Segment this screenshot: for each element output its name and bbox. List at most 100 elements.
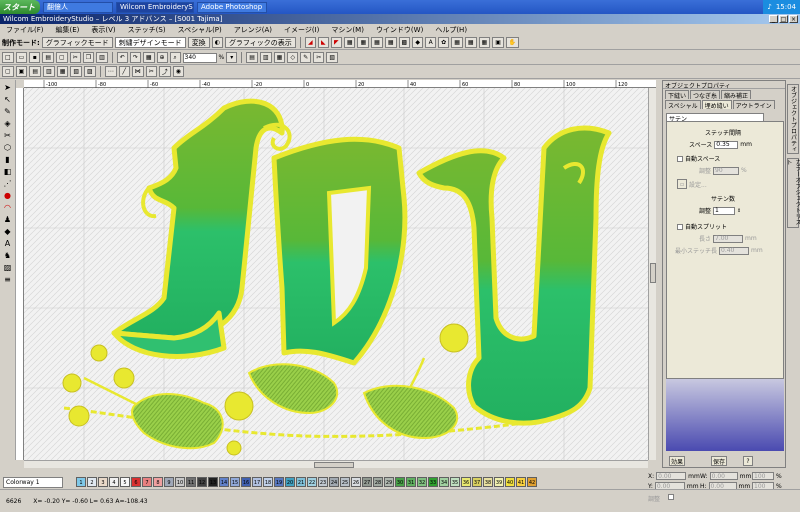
lettering-icon[interactable]: A [425, 37, 437, 48]
satin-tool-icon[interactable]: ◢ [304, 37, 316, 48]
color-swatch-2[interactable]: 2 [87, 477, 97, 487]
width-percent-input[interactable]: 100 [752, 472, 774, 480]
color-swatch-42[interactable]: 42 [527, 477, 537, 487]
color-swatch-7[interactable]: 7 [142, 477, 152, 487]
grid4-icon[interactable]: ▦ [384, 37, 397, 48]
color-swatch-30[interactable]: 30 [395, 477, 405, 487]
color-swatch-23[interactable]: 23 [318, 477, 328, 487]
taskbar-item-1[interactable]: 翻億人 [43, 1, 113, 13]
color-swatch-3[interactable]: 3 [98, 477, 108, 487]
start-button[interactable]: スタート [0, 0, 40, 14]
color-swatch-21[interactable]: 21 [296, 477, 306, 487]
color-swatch-8[interactable]: 8 [153, 477, 163, 487]
tab-special[interactable]: スペシャル [665, 100, 701, 110]
select-all-icon[interactable]: ▦ [142, 52, 155, 63]
arc-icon[interactable]: ◠ [1, 202, 14, 212]
diamond-icon[interactable]: ◆ [1, 226, 14, 236]
color-swatch-36[interactable]: 36 [461, 477, 471, 487]
auto-space-checkbox[interactable] [677, 155, 683, 162]
tab-outline[interactable]: アウトライン [732, 100, 775, 110]
auto-split-checkbox[interactable] [677, 223, 683, 230]
color-swatch-32[interactable]: 32 [417, 477, 427, 487]
side-tab-properties[interactable]: オブジェクトプロパティ [787, 84, 799, 154]
grid2-icon[interactable]: ▦ [357, 37, 370, 48]
convert-button[interactable]: 変換 [187, 37, 210, 48]
figure-icon[interactable]: ♞ [1, 250, 14, 260]
paste-icon[interactable]: ▥ [96, 52, 108, 63]
horizontal-scrollbar[interactable] [24, 460, 648, 468]
side-tab-color-list[interactable]: カラーオブジェクトリスト [785, 158, 800, 228]
hatch-icon[interactable]: ▨ [1, 262, 14, 272]
graphic-mode-button[interactable]: グラフィックモード [41, 37, 113, 48]
color-swatch-27[interactable]: 27 [362, 477, 372, 487]
apply-button[interactable]: 効果 [669, 456, 685, 466]
grid-icon[interactable]: ▦ [343, 37, 356, 48]
view4-icon[interactable]: ▥ [43, 66, 55, 77]
reshape-node-icon[interactable]: ◈ [1, 118, 14, 128]
color-swatch-12[interactable]: 12 [197, 477, 207, 487]
view5-icon[interactable]: ▦ [56, 66, 69, 77]
needle-icon[interactable]: ╱ [118, 66, 130, 77]
picture-icon[interactable]: ▣ [492, 37, 504, 48]
knife-tool-icon[interactable]: ✂ [1, 130, 14, 140]
color-swatch-13[interactable]: 13 [208, 477, 218, 487]
color-swatch-24[interactable]: 24 [329, 477, 339, 487]
design-canvas[interactable] [24, 88, 648, 460]
dropdown-icon[interactable]: ▾ [226, 52, 238, 63]
help-button[interactable]: ? [743, 456, 753, 466]
color-swatch-35[interactable]: 35 [450, 477, 460, 487]
save-button[interactable]: 保存 [711, 456, 727, 466]
colorway-select[interactable]: Colorway 1 [3, 476, 63, 488]
stripes-icon[interactable]: ≡ [1, 274, 14, 284]
color-swatch-10[interactable]: 10 [175, 477, 185, 487]
menu-arrange[interactable]: アレンジ(A) [234, 25, 272, 35]
stamp-icon[interactable]: ◆ [412, 37, 424, 48]
layers-icon[interactable]: ▧ [326, 52, 338, 63]
color-swatch-9[interactable]: 9 [164, 477, 174, 487]
color-swatch-38[interactable]: 38 [483, 477, 493, 487]
show-icon[interactable]: ◉ [172, 66, 184, 77]
node-icon[interactable]: ◇ [287, 52, 299, 63]
menu-file[interactable]: ファイル(F) [6, 25, 44, 35]
minimize-icon[interactable]: _ [769, 15, 778, 23]
color-swatch-29[interactable]: 29 [384, 477, 394, 487]
open-icon[interactable]: ▭ [15, 52, 28, 63]
column-icon[interactable]: ▮ [1, 154, 14, 164]
taskbar-item-photoshop[interactable]: Adobe Photoshop [197, 1, 267, 13]
view1-icon[interactable]: ▢ [2, 66, 14, 77]
tab-connector[interactable]: つなぎ糸 [690, 90, 721, 100]
grid7-icon[interactable]: ▦ [478, 37, 491, 48]
fill-pattern-icon[interactable]: ▩ [398, 37, 411, 48]
copy-icon[interactable]: ❐ [82, 52, 95, 63]
grid6-icon[interactable]: ▦ [464, 37, 477, 48]
close-icon[interactable]: × [789, 15, 798, 23]
tab-pull-comp[interactable]: 縮み補正 [721, 90, 752, 100]
menu-special[interactable]: スペシャル(P) [178, 25, 222, 35]
adjust-input[interactable]: 90 [713, 166, 740, 175]
save-icon[interactable]: ▪ [29, 52, 41, 63]
menu-help[interactable]: ヘルプ(H) [435, 25, 467, 35]
color-swatch-11[interactable]: 11 [186, 477, 196, 487]
align-left-icon[interactable]: ▤ [246, 52, 258, 63]
zoom-in-icon[interactable]: ⊕ [156, 52, 168, 63]
print-icon[interactable]: ▤ [42, 52, 55, 63]
horizontal-scroll-thumb[interactable] [314, 462, 354, 468]
reshape-icon[interactable]: ✎ [300, 52, 312, 63]
view6-icon[interactable]: ▧ [70, 66, 83, 77]
tie-icon[interactable]: ⋈ [131, 66, 144, 77]
color-swatch-31[interactable]: 31 [406, 477, 416, 487]
vertical-scrollbar[interactable] [648, 88, 656, 460]
embroidery-design[interactable] [24, 88, 648, 460]
align-right-icon[interactable]: ▦ [273, 52, 286, 63]
color-swatch-40[interactable]: 40 [505, 477, 515, 487]
color-swatch-37[interactable]: 37 [472, 477, 482, 487]
taskbar-item-wilcom[interactable]: Wilcom EmbroideryS... [116, 1, 194, 13]
color-swatch-19[interactable]: 19 [274, 477, 284, 487]
color-swatch-34[interactable]: 34 [439, 477, 449, 487]
view2-icon[interactable]: ▣ [15, 66, 28, 77]
menu-view[interactable]: 表示(V) [91, 25, 115, 35]
redo-icon[interactable]: ↷ [129, 52, 141, 63]
people-icon[interactable]: ♟ [1, 214, 14, 224]
new-icon[interactable]: □ [2, 52, 14, 63]
speaker-icon[interactable]: ♪ [767, 3, 771, 11]
